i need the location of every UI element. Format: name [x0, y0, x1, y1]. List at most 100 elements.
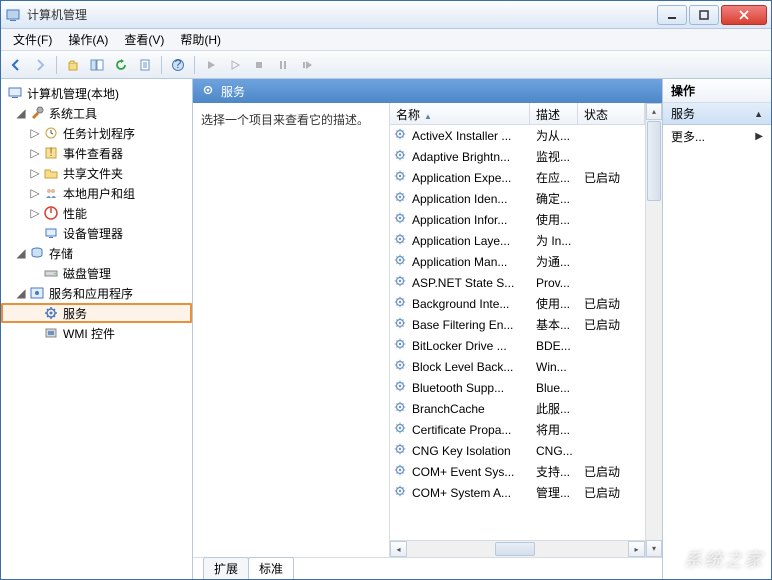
stop-button[interactable] [248, 54, 270, 76]
navigation-tree[interactable]: 计算机管理(本地) ◢ 系统工具 ▷ 任务计划程序 ▷ ! 事件查看器 [1, 79, 193, 579]
service-row[interactable]: ActiveX Installer ...为从... [390, 125, 645, 146]
help-button[interactable]: ? [167, 54, 189, 76]
tree-performance[interactable]: ▷ 性能 [1, 203, 192, 223]
hscroll-thumb[interactable] [495, 542, 535, 556]
twisty-closed-icon[interactable]: ▷ [29, 146, 41, 160]
menu-view[interactable]: 查看(V) [116, 29, 172, 50]
service-row[interactable]: Adaptive Brightn...监视... [390, 146, 645, 167]
gear-icon [393, 421, 409, 438]
gear-icon [393, 169, 409, 186]
tree-taskscheduler[interactable]: ▷ 任务计划程序 [1, 123, 192, 143]
tree-systools[interactable]: ◢ 系统工具 [1, 103, 192, 123]
scroll-left-button[interactable]: ◂ [390, 541, 407, 557]
twisty-open-icon[interactable]: ◢ [15, 246, 27, 260]
scroll-right-button[interactable]: ▸ [628, 541, 645, 557]
description-pane: 选择一个项目来查看它的描述。 [193, 103, 389, 557]
service-row[interactable]: COM+ System A...管理...已启动 [390, 482, 645, 503]
service-desc: 使用... [536, 295, 584, 312]
menu-file[interactable]: 文件(F) [5, 29, 60, 50]
tree-localusers[interactable]: ▷ 本地用户和组 [1, 183, 192, 203]
service-name: Application Laye... [412, 234, 536, 248]
col-desc[interactable]: 描述 [530, 103, 578, 124]
horizontal-scrollbar[interactable]: ◂ ▸ [390, 540, 645, 557]
play-button[interactable] [200, 54, 222, 76]
actions-section-services[interactable]: 服务 ▲ [663, 103, 771, 125]
action-label: 更多... [671, 128, 705, 145]
tree-eventviewer[interactable]: ▷ ! 事件查看器 [1, 143, 192, 163]
tree-storage[interactable]: ◢ 存储 [1, 243, 192, 263]
service-desc: CNG... [536, 444, 584, 458]
tree-root[interactable]: 计算机管理(本地) [1, 83, 192, 103]
svg-text:!: ! [49, 145, 52, 159]
tree-label: 服务 [63, 305, 87, 322]
minimize-button[interactable] [657, 5, 687, 25]
service-row[interactable]: Block Level Back...Win... [390, 356, 645, 377]
tab-extended[interactable]: 扩展 [203, 557, 249, 579]
description-hint: 选择一个项目来查看它的描述。 [201, 111, 381, 128]
col-status[interactable]: 状态 [578, 103, 645, 124]
service-row[interactable]: BranchCache此服... [390, 398, 645, 419]
tree-wmi[interactable]: WMI 控件 [1, 323, 192, 343]
service-name: Certificate Propa... [412, 423, 536, 437]
service-row[interactable]: CNG Key IsolationCNG... [390, 440, 645, 461]
center-header: 服务 [193, 79, 662, 103]
menu-help[interactable]: 帮助(H) [172, 29, 229, 50]
twisty-closed-icon[interactable]: ▷ [29, 206, 41, 220]
scroll-up-button[interactable]: ▴ [646, 103, 662, 120]
service-row[interactable]: Application Laye...为 In... [390, 230, 645, 251]
menu-action[interactable]: 操作(A) [60, 29, 116, 50]
scroll-down-button[interactable]: ▾ [646, 540, 662, 557]
actions-pane: 操作 服务 ▲ 更多... ▶ [663, 79, 771, 579]
tree-diskmgmt[interactable]: 磁盘管理 [1, 263, 192, 283]
service-name: Application Iden... [412, 192, 536, 206]
tab-standard[interactable]: 标准 [248, 557, 294, 579]
tree-sharedfolders[interactable]: ▷ 共享文件夹 [1, 163, 192, 183]
service-desc: 为从... [536, 127, 584, 144]
restart-button[interactable] [296, 54, 318, 76]
tree-services[interactable]: 服务 [1, 303, 192, 323]
twisty-closed-icon[interactable]: ▷ [29, 186, 41, 200]
forward-button[interactable] [29, 54, 51, 76]
tree-label: 任务计划程序 [63, 125, 135, 142]
service-row[interactable]: Application Iden...确定... [390, 188, 645, 209]
service-rows[interactable]: ActiveX Installer ...为从...Adaptive Brigh… [390, 125, 645, 540]
tree-devicemgr[interactable]: 设备管理器 [1, 223, 192, 243]
twisty-closed-icon[interactable]: ▷ [29, 126, 41, 140]
service-row[interactable]: Application Expe...在应...已启动 [390, 167, 645, 188]
service-name: CNG Key Isolation [412, 444, 536, 458]
service-row[interactable]: Base Filtering En...基本...已启动 [390, 314, 645, 335]
export-button[interactable] [134, 54, 156, 76]
service-desc: 使用... [536, 211, 584, 228]
play2-button[interactable] [224, 54, 246, 76]
service-row[interactable]: BitLocker Drive ...BDE... [390, 335, 645, 356]
back-button[interactable] [5, 54, 27, 76]
twisty-open-icon[interactable]: ◢ [15, 286, 27, 300]
service-name: BranchCache [412, 402, 536, 416]
service-row[interactable]: COM+ Event Sys...支持...已启动 [390, 461, 645, 482]
tree-servicesapps[interactable]: ◢ 服务和应用程序 [1, 283, 192, 303]
col-name[interactable]: 名称 [390, 103, 530, 124]
close-button[interactable] [721, 5, 767, 25]
pause-button[interactable] [272, 54, 294, 76]
service-name: Application Infor... [412, 213, 536, 227]
vscroll-thumb[interactable] [647, 121, 661, 201]
service-row[interactable]: Application Infor...使用... [390, 209, 645, 230]
service-name: Block Level Back... [412, 360, 536, 374]
maximize-button[interactable] [689, 5, 719, 25]
gear-icon [393, 253, 409, 270]
twisty-closed-icon[interactable]: ▷ [29, 166, 41, 180]
gear-icon [393, 337, 409, 354]
service-row[interactable]: Background Inte...使用...已启动 [390, 293, 645, 314]
service-row[interactable]: Certificate Propa...将用... [390, 419, 645, 440]
gear-icon [393, 232, 409, 249]
refresh-button[interactable] [110, 54, 132, 76]
vertical-scrollbar[interactable]: ▴ ▾ [645, 103, 662, 557]
action-more[interactable]: 更多... ▶ [663, 125, 771, 147]
service-row[interactable]: Application Man...为通... [390, 251, 645, 272]
service-row[interactable]: ASP.NET State S...Prov... [390, 272, 645, 293]
twisty-open-icon[interactable]: ◢ [15, 106, 27, 120]
show-hide-tree-button[interactable] [86, 54, 108, 76]
up-button[interactable] [62, 54, 84, 76]
service-row[interactable]: Bluetooth Supp...Blue... [390, 377, 645, 398]
tree-label: 本地用户和组 [63, 185, 135, 202]
